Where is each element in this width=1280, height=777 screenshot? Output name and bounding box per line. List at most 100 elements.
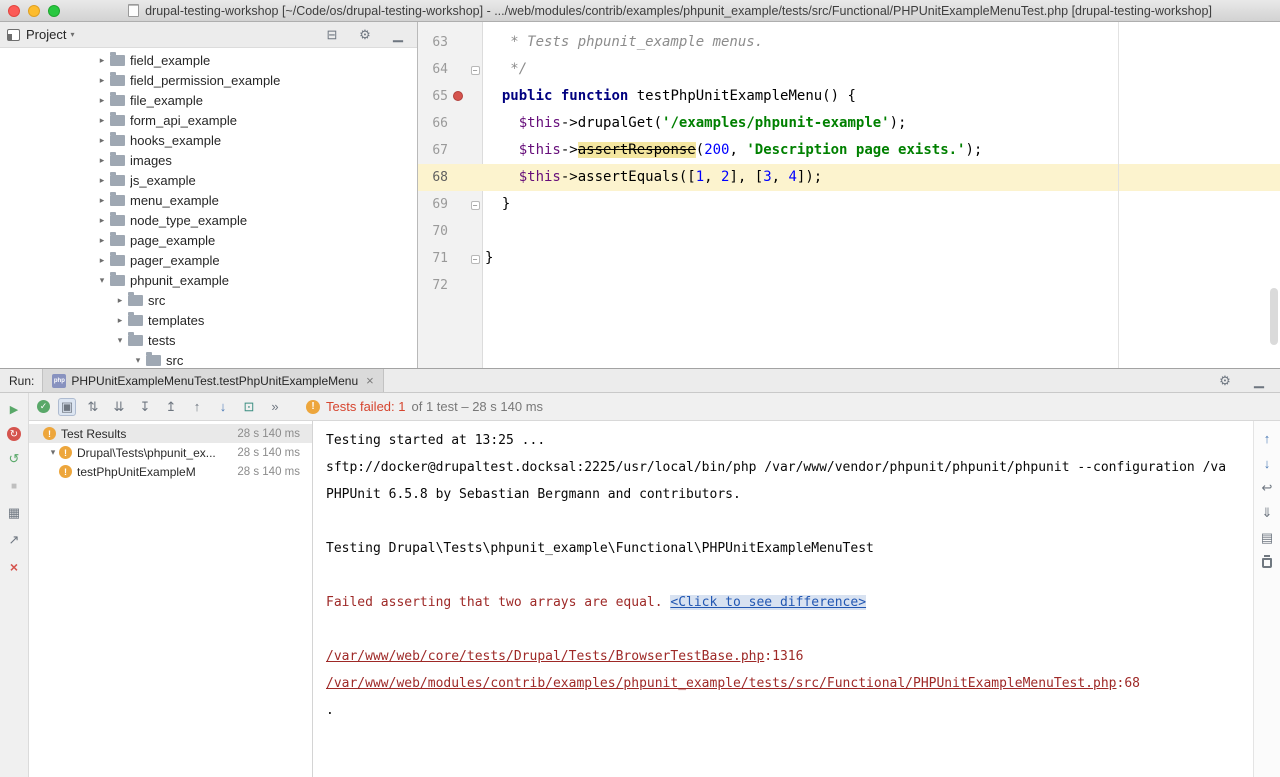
- sort-alphabetically-button[interactable]: ⇅: [84, 398, 102, 416]
- show-ignored-button[interactable]: ▣: [58, 398, 76, 416]
- chevron-down-icon[interactable]: ▾: [114, 335, 126, 346]
- rerun-button[interactable]: ▶: [5, 400, 23, 418]
- diff-link[interactable]: <Click to see difference>: [670, 595, 866, 610]
- editor-gutter: 68: [418, 164, 483, 191]
- stacktrace-link[interactable]: /var/www/web/core/tests/Drupal/Tests/Bro…: [326, 649, 764, 664]
- chevron-right-icon[interactable]: ▸: [96, 195, 108, 206]
- close-button[interactable]: ×: [5, 558, 23, 576]
- soft-wrap-button[interactable]: ↩: [1258, 479, 1276, 497]
- project-tree-item[interactable]: ▸hooks_example: [0, 130, 417, 150]
- chevron-right-icon[interactable]: ▸: [96, 235, 108, 246]
- tests-failed-text: Tests failed: 1: [326, 399, 406, 414]
- project-tree-item[interactable]: ▸templates: [0, 310, 417, 330]
- chevron-right-icon[interactable]: ▸: [96, 155, 108, 166]
- collapse-all-button[interactable]: ⊟: [323, 26, 341, 44]
- run-panel-label: Run:: [0, 374, 42, 388]
- zoom-window-button[interactable]: [48, 5, 60, 17]
- chevron-right-icon[interactable]: ▸: [96, 115, 108, 126]
- chevron-right-icon[interactable]: ▸: [96, 55, 108, 66]
- up-stack-trace-button[interactable]: ↑: [1258, 429, 1276, 447]
- editor-line[interactable]: 70: [418, 218, 1280, 245]
- project-tree-item[interactable]: ▸page_example: [0, 230, 417, 250]
- close-tab-icon[interactable]: ×: [366, 373, 374, 388]
- close-window-button[interactable]: [8, 5, 20, 17]
- line-number: 70: [418, 218, 448, 245]
- show-passed-button[interactable]: ✓: [37, 400, 50, 413]
- project-tree-item[interactable]: ▾phpunit_example: [0, 270, 417, 290]
- project-header-label[interactable]: Project: [26, 27, 66, 42]
- editor-scrollbar-thumb[interactable]: [1270, 288, 1278, 345]
- test-tree-item[interactable]: ▾!Drupal\Tests\phpunit_ex...28 s 140 ms: [29, 443, 312, 462]
- editor-line[interactable]: 63 * Tests phpunit_example menus.: [418, 29, 1280, 56]
- restore-layout-button[interactable]: ▦: [5, 504, 23, 522]
- editor-line[interactable]: 69− }: [418, 191, 1280, 218]
- editor-line[interactable]: 72: [418, 272, 1280, 299]
- expand-all-button[interactable]: ↧: [136, 398, 154, 416]
- fold-icon[interactable]: −: [471, 255, 480, 264]
- chevron-right-icon[interactable]: ▸: [96, 135, 108, 146]
- project-tree-item[interactable]: ▸menu_example: [0, 190, 417, 210]
- editor-line[interactable]: 71−}: [418, 245, 1280, 272]
- import-test-results-button[interactable]: ⊡: [240, 398, 258, 416]
- chevron-right-icon[interactable]: ▸: [114, 295, 126, 306]
- project-tree-item[interactable]: ▾src: [0, 350, 417, 368]
- run-tab[interactable]: php PHPUnitExampleMenuTest.testPhpUnitEx…: [42, 369, 383, 392]
- test-tree-item[interactable]: !Test Results28 s 140 ms: [29, 424, 312, 443]
- project-tree-item[interactable]: ▸file_example: [0, 90, 417, 110]
- folder-icon: [110, 155, 125, 166]
- editor-line[interactable]: 64− */: [418, 56, 1280, 83]
- project-tree-item[interactable]: ▸src: [0, 290, 417, 310]
- editor-line[interactable]: 68 $this->assertEquals([1, 2], [3, 4]);: [418, 164, 1280, 191]
- chevron-down-icon[interactable]: ▾: [96, 275, 108, 286]
- editor-line[interactable]: 65 public function testPhpUnitExampleMen…: [418, 83, 1280, 110]
- settings-gear-button[interactable]: ⚙: [1216, 372, 1234, 390]
- rerun-failed-tests-button[interactable]: ↻: [7, 427, 21, 441]
- scroll-to-end-button[interactable]: ⇓: [1258, 504, 1276, 522]
- failed-test-gutter-icon[interactable]: [453, 91, 463, 101]
- chevron-down-icon[interactable]: ▾: [70, 30, 74, 39]
- test-tree-item[interactable]: !testPhpUnitExampleM28 s 140 ms: [29, 462, 312, 481]
- editor-line[interactable]: 66 $this->drupalGet('/examples/phpunit-e…: [418, 110, 1280, 137]
- next-failed-test-button[interactable]: ↓: [214, 398, 232, 416]
- project-tree-item[interactable]: ▸field_permission_example: [0, 70, 417, 90]
- previous-failed-test-button[interactable]: ↑: [188, 398, 206, 416]
- sort-by-duration-button[interactable]: ⇊: [110, 398, 128, 416]
- gutter-marker-area: [448, 245, 467, 272]
- chevron-right-icon[interactable]: ▸: [114, 315, 126, 326]
- console-line: [326, 616, 1253, 643]
- chevron-down-icon[interactable]: ▾: [132, 355, 144, 366]
- stop-button[interactable]: ■: [5, 477, 23, 495]
- fold-icon[interactable]: −: [471, 66, 480, 75]
- project-tree-item[interactable]: ▸field_example: [0, 50, 417, 70]
- project-tree-item[interactable]: ▸js_example: [0, 170, 417, 190]
- minimize-window-button[interactable]: [28, 5, 40, 17]
- pin-tab-button[interactable]: ↗: [5, 531, 23, 549]
- print-button[interactable]: ▤: [1258, 529, 1276, 547]
- editor[interactable]: 63 * Tests phpunit_example menus.64− */6…: [418, 22, 1280, 368]
- chevron-down-icon[interactable]: ▾: [47, 447, 59, 458]
- chevron-right-icon[interactable]: ▸: [96, 255, 108, 266]
- chevron-right-icon[interactable]: ▸: [96, 175, 108, 186]
- collapse-all-button[interactable]: ↥: [162, 398, 180, 416]
- hide-panel-button[interactable]: ▁: [389, 26, 407, 44]
- project-tree-item[interactable]: ▾tests: [0, 330, 417, 350]
- project-tree-item[interactable]: ▸node_type_example: [0, 210, 417, 230]
- clear-all-button[interactable]: [1262, 558, 1272, 568]
- toggle-auto-test-button[interactable]: ↺: [5, 450, 23, 468]
- folder-icon: [110, 235, 125, 246]
- fold-icon[interactable]: −: [471, 201, 480, 210]
- settings-gear-button[interactable]: ⚙: [356, 26, 374, 44]
- down-stack-trace-button[interactable]: ↓: [1258, 454, 1276, 472]
- more-actions-button[interactable]: »: [266, 398, 284, 416]
- project-tree-item[interactable]: ▸images: [0, 150, 417, 170]
- console-output[interactable]: Testing started at 13:25 ...sftp://docke…: [313, 421, 1253, 777]
- chevron-right-icon[interactable]: ▸: [96, 215, 108, 226]
- chevron-right-icon[interactable]: ▸: [96, 75, 108, 86]
- hide-panel-button[interactable]: ▁: [1250, 372, 1268, 390]
- chevron-right-icon[interactable]: ▸: [96, 95, 108, 106]
- project-tree-item[interactable]: ▸form_api_example: [0, 110, 417, 130]
- editor-gutter: 72: [418, 272, 483, 299]
- editor-line[interactable]: 67 $this->assertResponse(200, 'Descripti…: [418, 137, 1280, 164]
- project-tree-item[interactable]: ▸pager_example: [0, 250, 417, 270]
- stacktrace-link[interactable]: /var/www/web/modules/contrib/examples/ph…: [326, 676, 1117, 691]
